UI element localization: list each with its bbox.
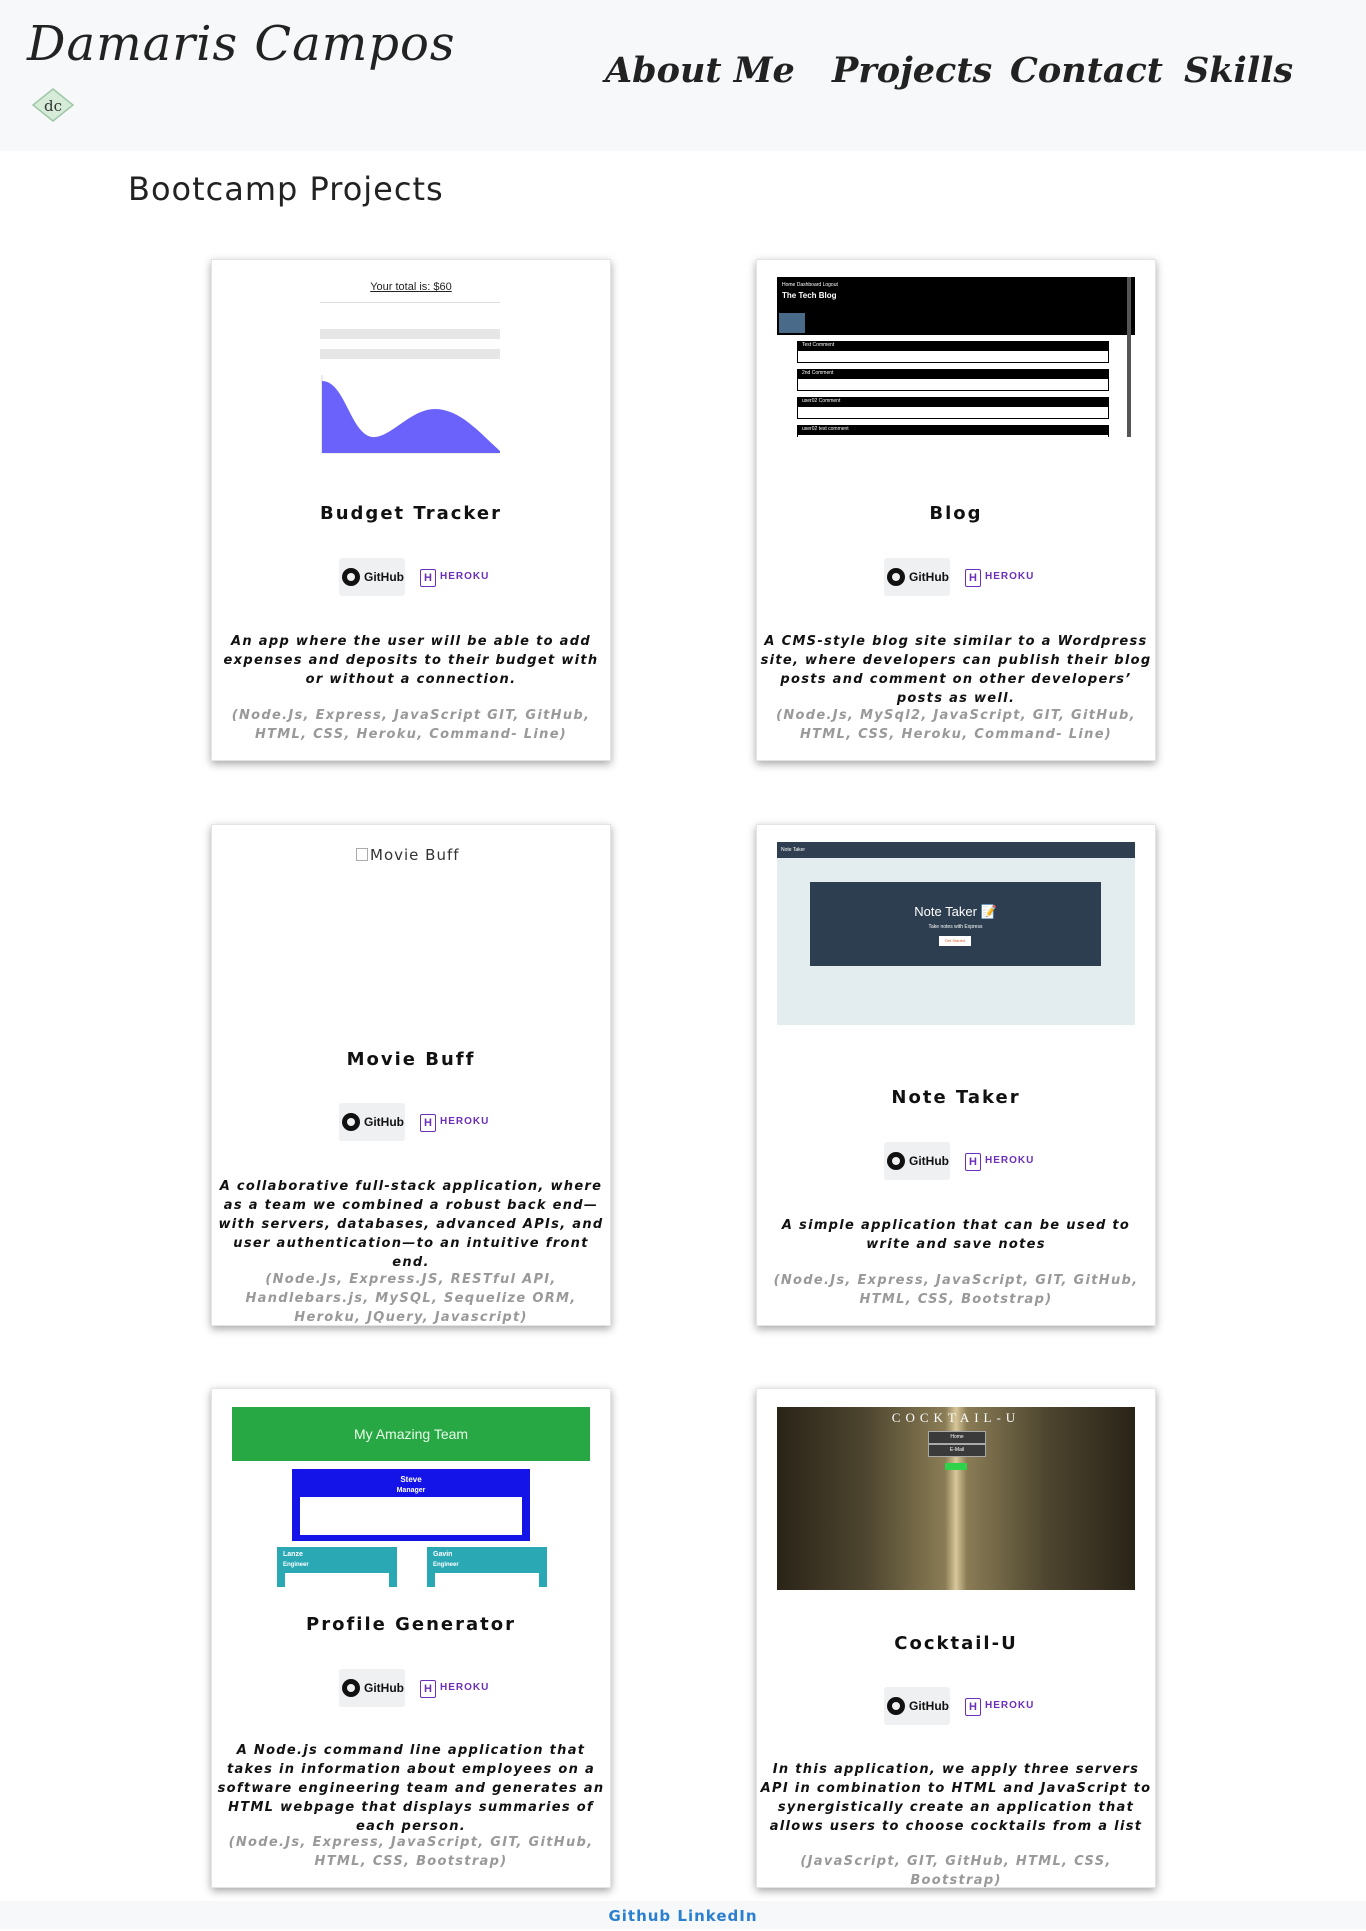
project-card-budget-tracker: Your total is: $60 Budget Tracker GitHub… [211,259,611,761]
github-icon [342,568,360,586]
project-card-cocktail-u: COCKTAIL-U Home E-Mail Cocktail-U GitHub… [756,1388,1156,1888]
github-link[interactable]: GitHub [339,558,405,596]
github-icon [342,1679,360,1697]
broken-image-alt-text: Movie Buff [356,846,460,864]
thumb-blog-post: Test Comment [797,341,1109,363]
thumb-blog-nav: Home Dashboard Logout [782,282,838,288]
thumb-home-button: Home [928,1431,986,1444]
github-icon [887,1152,905,1170]
nav-about-me[interactable]: About Me [605,50,795,91]
thumb-manager-card: Steve Manager [292,1469,530,1541]
nav-skills[interactable]: Skills [1184,50,1293,91]
thumb-form-row [320,296,500,303]
heroku-link[interactable]: H HEROKU [417,1669,488,1707]
github-link[interactable]: GitHub [339,1103,405,1141]
heroku-icon: H [965,1698,981,1716]
heroku-icon: H [420,569,436,587]
project-card-note-taker: Note Taker Note Taker 📝 Take notes with … [756,824,1156,1326]
heroku-icon: H [965,1153,981,1171]
thumb-scrollbar [1127,277,1131,437]
github-link[interactable]: GitHub [884,1687,950,1725]
project-screenshot[interactable]: COCKTAIL-U Home E-Mail [777,1407,1135,1590]
github-icon [887,568,905,586]
thumb-total-text: Your total is: $60 [370,281,452,293]
thumb-blog-image [779,313,805,333]
thumb-email-button: E-Mail [928,1444,986,1457]
heroku-link[interactable]: H HEROKU [962,1142,1033,1180]
site-header: Damaris Campos dc About Me Projects Cont… [0,0,1366,151]
thumb-banner: My Amazing Team [232,1407,590,1461]
thumb-heading: COCKTAIL-U [891,1410,1021,1425]
project-links: GitHub H HEROKU [212,1103,610,1143]
dc-logo-icon: dc [32,88,74,122]
heroku-link[interactable]: H HEROKU [962,558,1033,596]
thumb-blog-post: 2nd Comment [797,369,1109,391]
project-title: Cocktail-U [894,1633,1018,1654]
project-screenshot[interactable]: Note Taker Note Taker 📝 Take notes with … [777,842,1135,1025]
project-title: Movie Buff [346,1049,476,1070]
thumb-blog-heading: The Tech Blog [782,291,837,300]
project-tech: (Node.Js, Express, JavaScript GIT, GitHu… [231,708,591,742]
project-title: Budget Tracker [320,503,502,524]
heroku-link[interactable]: H HEROKU [417,1103,488,1141]
footer-linkedin-link[interactable]: LinkedIn [677,1907,757,1925]
thumb-navbar: Note Taker [777,842,1135,858]
project-tech: (Node.Js, Express.JS, RESTful API, Handl… [245,1272,577,1325]
logo-text: dc [44,97,62,115]
project-title: Note Taker [891,1087,1021,1108]
project-title: Profile Generator [306,1614,516,1635]
thumb-blog-post: user02 Comment [797,397,1109,419]
site-brand[interactable]: Damaris Campos [27,16,456,72]
github-icon [342,1113,360,1131]
project-description: An app where the user will be able to ad… [223,634,599,687]
github-link[interactable]: GitHub [884,1142,950,1180]
heroku-icon: H [420,1680,436,1698]
thumb-table [320,309,500,369]
thumb-green-button [945,1463,967,1470]
broken-image-icon [356,848,368,861]
project-tech: (Node.Js, Express, JavaScript, GIT, GitH… [228,1835,594,1869]
nav-contact[interactable]: Contact [1010,50,1163,91]
project-description: In this application, we apply three serv… [760,1762,1152,1834]
project-tech: (Node.Js, MySql2, JavaScript, GIT, GitHu… [776,708,1136,742]
project-links: GitHub H HEROKU [757,1142,1155,1182]
project-description: A Node.js command line application that … [217,1743,605,1834]
project-screenshot-broken[interactable]: Movie Buff [232,842,590,1002]
project-description: A CMS-style blog site similar to a Wordp… [760,634,1152,706]
project-tech: (JavaScript, GIT, GitHub, HTML, CSS, Boo… [800,1854,1112,1888]
heroku-link[interactable]: H HEROKU [962,1687,1033,1725]
project-card-profile-generator: My Amazing Team Steve Manager Lanze Engi… [211,1388,611,1888]
thumb-jumbotron: Note Taker 📝 Take notes with Express Get… [810,882,1101,966]
project-card-movie-buff: Movie Buff Movie Buff GitHub H HEROKU A c… [211,824,611,1326]
heroku-icon: H [965,569,981,587]
project-links: GitHub H HEROKU [757,1687,1155,1727]
project-title: Blog [929,503,983,524]
heroku-icon: H [420,1114,436,1132]
project-tech: (Node.Js, Express, JavaScript, GIT, GitH… [773,1273,1139,1307]
project-card-blog: Home Dashboard Logout The Tech Blog Test… [756,259,1156,761]
project-screenshot[interactable]: Home Dashboard Logout The Tech Blog Test… [777,277,1135,460]
heroku-link[interactable]: H HEROKU [417,558,488,596]
github-icon [887,1697,905,1715]
thumb-area-chart [321,375,500,454]
github-link[interactable]: GitHub [884,558,950,596]
project-description: A simple application that can be used to… [781,1218,1131,1252]
github-link[interactable]: GitHub [339,1669,405,1707]
project-screenshot[interactable]: Your total is: $60 [232,277,590,460]
project-links: GitHub H HEROKU [212,1669,610,1709]
project-links: GitHub H HEROKU [212,558,610,598]
section-title: Bootcamp Projects [128,170,444,208]
site-footer: Github LinkedIn [0,1901,1366,1929]
footer-github-link[interactable]: Github [608,1907,671,1925]
nav-projects[interactable]: Projects [832,50,992,91]
project-screenshot[interactable]: My Amazing Team Steve Manager Lanze Engi… [232,1407,590,1597]
project-links: GitHub H HEROKU [757,558,1155,598]
project-description: A collaborative full-stack application, … [218,1179,604,1270]
